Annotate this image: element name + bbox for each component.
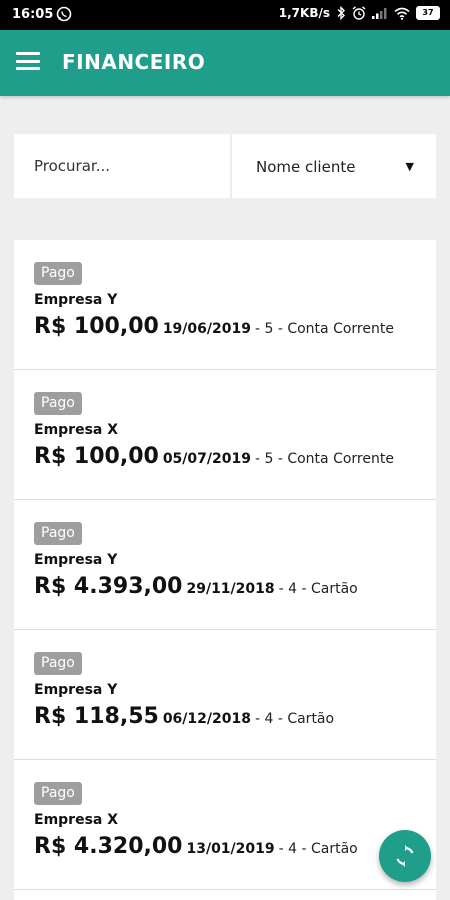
payment-details: - 4 - Cartão bbox=[254, 711, 335, 727]
date: 13/01/2019 bbox=[186, 841, 275, 857]
list-item[interactable]: Pago Empresa X R$ 4.320,00 13/01/2019 - … bbox=[14, 760, 436, 890]
bluetooth-icon bbox=[337, 6, 345, 20]
filter-bar: Nome cliente ▼ bbox=[14, 134, 436, 198]
dropdown-arrow-icon: ▼ bbox=[405, 160, 414, 173]
status-badge: Pago bbox=[34, 782, 82, 805]
status-bar: 16:05 1,7KB/s 37 bbox=[0, 0, 450, 30]
sync-icon bbox=[396, 845, 414, 867]
search-box bbox=[14, 134, 230, 198]
search-input[interactable] bbox=[14, 134, 230, 198]
payments-list: Pago Empresa Y R$ 100,00 19/06/2019 - 5 … bbox=[14, 240, 436, 900]
sync-button[interactable] bbox=[379, 830, 431, 882]
alarm-icon bbox=[352, 6, 366, 20]
date: 05/07/2019 bbox=[162, 451, 251, 467]
date: 29/11/2018 bbox=[186, 581, 275, 597]
date: 06/12/2018 bbox=[162, 711, 251, 727]
amount: R$ 118,55 bbox=[34, 704, 159, 729]
signal-icon bbox=[372, 8, 387, 19]
amount: R$ 4.320,00 bbox=[34, 834, 183, 859]
company-name: Empresa Y bbox=[34, 552, 118, 568]
whatsapp-icon bbox=[56, 6, 72, 22]
status-badge: Pago bbox=[34, 652, 82, 675]
payment-details: - 4 - Cartão bbox=[278, 581, 358, 597]
status-badge: Pago bbox=[34, 522, 82, 545]
list-item[interactable]: Pago Empresa X R$ 100,00 05/07/2019 - 5 … bbox=[14, 370, 436, 500]
client-filter-select[interactable]: Nome cliente ▼ bbox=[232, 134, 436, 198]
list-item[interactable]: Pago Empresa Y R$ 100,00 19/06/2019 - 5 … bbox=[14, 240, 436, 370]
company-name: Empresa X bbox=[34, 812, 119, 828]
select-value: Nome cliente bbox=[256, 158, 356, 176]
wifi-icon bbox=[394, 7, 410, 20]
payment-details: - 5 - Conta Corrente bbox=[254, 321, 394, 337]
hamburger-menu-icon[interactable] bbox=[16, 52, 40, 70]
app-bar: FINANCEIRO bbox=[0, 30, 450, 96]
status-badge: Pago bbox=[34, 392, 82, 415]
status-time: 16:05 bbox=[12, 7, 54, 22]
company-name: Empresa Y bbox=[34, 292, 118, 308]
company-name: Empresa Y bbox=[34, 682, 118, 698]
amount: R$ 4.393,00 bbox=[34, 574, 183, 599]
amount: R$ 100,00 bbox=[34, 444, 159, 469]
list-item[interactable]: Pago Empresa Y R$ 118,55 06/12/2018 - 4 … bbox=[14, 630, 436, 760]
amount: R$ 100,00 bbox=[34, 314, 159, 339]
list-item[interactable]: Pago Empresa Y R$ 4.393,00 29/11/2018 - … bbox=[14, 500, 436, 630]
battery-icon: 37 bbox=[416, 6, 440, 20]
payment-details: - 4 - Cartão bbox=[278, 841, 358, 857]
network-speed: 1,7KB/s bbox=[278, 6, 330, 20]
page-title: FINANCEIRO bbox=[62, 50, 206, 74]
company-name: Empresa X bbox=[34, 422, 119, 438]
date: 19/06/2019 bbox=[162, 321, 251, 337]
battery-level: 37 bbox=[422, 8, 434, 17]
payment-details: - 5 - Conta Corrente bbox=[254, 451, 394, 467]
status-badge: Pago bbox=[34, 262, 82, 285]
